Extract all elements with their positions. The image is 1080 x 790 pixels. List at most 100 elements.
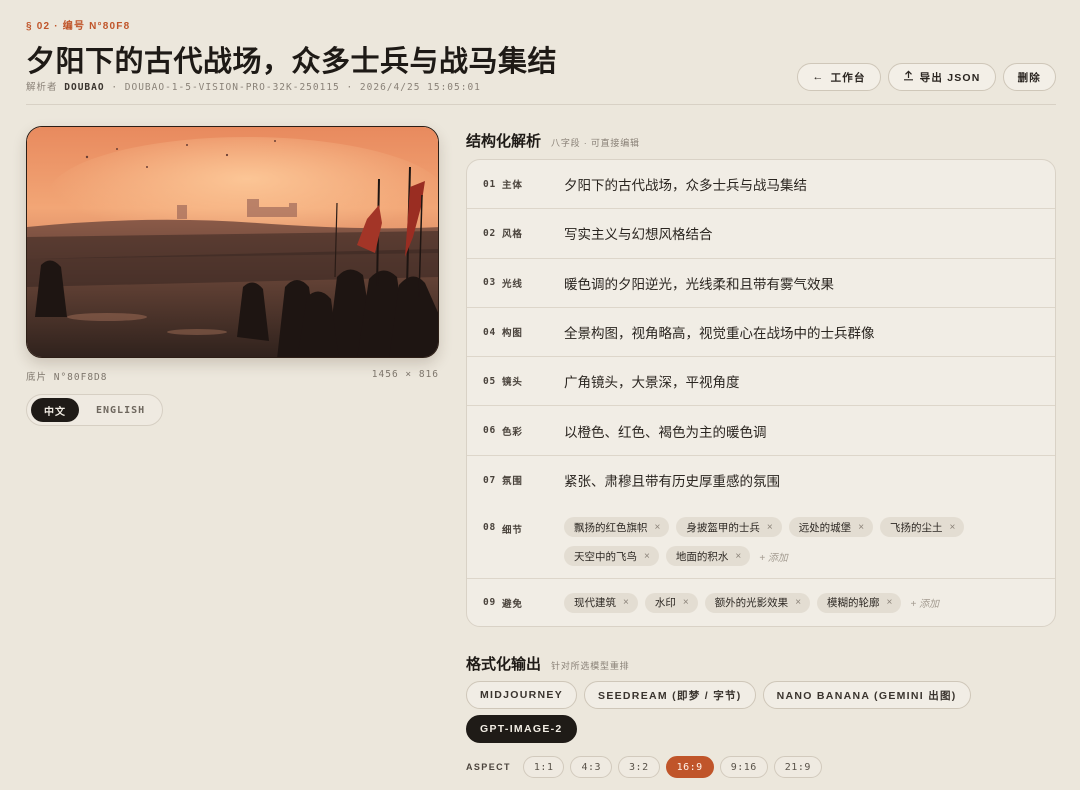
field-number: 05 (483, 375, 497, 387)
add-tag-button[interactable]: + 添加 (757, 549, 788, 564)
tag-chip: 天空中的飞鸟 × (564, 546, 659, 567)
field-number: 07 (483, 474, 497, 486)
remove-tag-icon[interactable]: × (735, 551, 741, 562)
source-image (26, 126, 439, 358)
field-label: 04 构图 (467, 308, 564, 356)
lang-en-option[interactable]: ENGLISH (83, 398, 158, 422)
tag-chip-label: 天空中的飞鸟 (574, 550, 637, 563)
header-divider (26, 104, 1056, 105)
field-value[interactable]: 紧张、肃穆且带有历史厚重感的氛围 (564, 456, 1055, 505)
field-number: 01 (483, 178, 497, 190)
section-eyebrow: § 02 · 编号 N°80F8 (26, 21, 131, 32)
tag-chip-label: 远处的城堡 (798, 521, 852, 534)
tag-chip-label: 水印 (654, 597, 676, 610)
field-value[interactable]: 写实主义与幻想风格结合 (564, 209, 1055, 257)
remove-tag-icon[interactable]: × (767, 522, 773, 533)
tag-chip: 现代建筑 × (564, 592, 638, 613)
field-label: 08 细节 (467, 505, 564, 578)
model-option-button[interactable]: MIDJOURNEY (466, 681, 578, 709)
field-name: 避免 (502, 598, 523, 610)
remove-tag-icon[interactable]: × (683, 597, 689, 608)
field-name: 色彩 (502, 426, 523, 438)
lang-zh-option[interactable]: 中文 (31, 398, 79, 422)
field-row-05: 05 镜头 广角镜头，大景深，平视角度 (467, 357, 1055, 407)
tag-chip-label: 额外的光影效果 (714, 597, 789, 610)
tag-chip: 模糊的轮廓 × (817, 592, 902, 613)
field-name: 风格 (502, 229, 523, 241)
workbench-label: 工作台 (830, 71, 866, 84)
upload-icon (903, 70, 914, 84)
export-json-button[interactable]: 导出 JSON (887, 63, 996, 91)
tag-chip: 额外的光影效果 × (704, 592, 811, 613)
model-option-button[interactable]: NANO BANANA (GEMINI 出图) (762, 681, 971, 709)
field-label: 09 避免 (467, 579, 564, 626)
field-number: 02 (483, 227, 497, 239)
tag-chip-label: 现代建筑 (574, 597, 616, 610)
field-label: 02 风格 (467, 209, 564, 257)
structured-title: 结构化解析 (466, 132, 542, 150)
field-name: 主体 (502, 180, 523, 192)
model-option-button[interactable]: GPT-IMAGE-2 (466, 715, 577, 743)
model-option-button[interactable]: SEEDREAM (即梦 / 字节) (584, 681, 756, 709)
photo-dimensions: 1456 × 816 (371, 369, 439, 380)
field-label: 06 色彩 (467, 406, 564, 454)
meta-line: 解析者 DOUBAO · DOUBAO-1-5-VISION-PRO-32K-2… (26, 79, 481, 93)
format-header: 格式化输出 针对所选模型重排 (466, 653, 629, 674)
tag-chip-label: 地面的积水 (675, 550, 729, 563)
photo-caption: 底片 N°80F8D8 1456 × 816 (26, 369, 439, 383)
aspect-option-button[interactable]: 9:16 (719, 756, 768, 778)
field-row-06: 06 色彩 以橙色、红色、褐色为主的暖色调 (467, 406, 1055, 456)
remove-tag-icon[interactable]: × (655, 522, 661, 533)
remove-tag-icon[interactable]: × (887, 597, 893, 608)
field-number: 08 (483, 522, 497, 534)
export-json-label: 导出 JSON (919, 71, 981, 84)
field-value[interactable]: 夕阳下的古代战场，众多士兵与战马集结 (564, 160, 1055, 208)
arrow-left-icon: ← (812, 71, 825, 83)
field-value[interactable]: 全景构图，视角略高，视觉重心在战场中的士兵群像 (564, 308, 1055, 356)
field-value[interactable]: 以橙色、红色、褐色为主的暖色调 (564, 406, 1055, 454)
remove-tag-icon[interactable]: × (795, 597, 801, 608)
tag-chip-label: 身披盔甲的士兵 (686, 521, 760, 534)
photo-id: 底片 N°80F8D8 (26, 372, 108, 383)
structured-header: 结构化解析 八字段 · 可直接编辑 (466, 130, 640, 151)
tag-chip: 飞扬的尘土 × (880, 517, 965, 538)
aspect-option-button[interactable]: 16:9 (665, 756, 714, 778)
structured-subtitle: 八字段 · 可直接编辑 (551, 138, 640, 148)
remove-tag-icon[interactable]: × (623, 597, 629, 608)
field-row-03: 03 光线 暖色调的夕阳逆光，光线柔和且带有雾气效果 (467, 259, 1055, 308)
header-actions: ← 工作台 导出 JSON 删除 (797, 63, 1056, 91)
field-number: 06 (483, 425, 497, 437)
field-name: 细节 (502, 525, 523, 537)
field-name: 氛围 (502, 476, 523, 488)
tag-chip: 飘扬的红色旗帜 × (564, 517, 670, 538)
field-row-avoid: 09 避免 现代建筑 × 水印 × 额外的光影效果 × 模糊的轮廓 × + 添加 (467, 579, 1055, 626)
add-tag-button[interactable]: + 添加 (908, 595, 939, 610)
field-value[interactable]: 广角镜头，大景深，平视角度 (564, 357, 1055, 405)
tag-chip: 身披盔甲的士兵 × (676, 517, 782, 538)
tag-chip-label: 飘扬的红色旗帜 (574, 521, 648, 534)
field-row-01: 01 主体 夕阳下的古代战场，众多士兵与战马集结 (467, 160, 1055, 210)
details-chips: 飘扬的红色旗帜 × 身披盔甲的士兵 × 远处的城堡 × 飞扬的尘土 × 天空中的飞鸟 × 地面的积水… (564, 505, 1055, 578)
workbench-button[interactable]: ← 工作台 (797, 63, 881, 91)
field-name: 光线 (502, 278, 523, 290)
delete-button[interactable]: 删除 (1002, 63, 1056, 91)
tag-chip-label: 模糊的轮廓 (827, 597, 880, 610)
format-subtitle: 针对所选模型重排 (551, 661, 630, 671)
aspect-option-button[interactable]: 4:3 (570, 756, 613, 778)
field-row-07: 07 氛围 紧张、肃穆且带有历史厚重感的氛围 (467, 456, 1055, 505)
field-value[interactable]: 暖色调的夕阳逆光，光线柔和且带有雾气效果 (564, 259, 1055, 307)
remove-tag-icon[interactable]: × (950, 522, 956, 533)
remove-tag-icon[interactable]: × (858, 522, 864, 533)
remove-tag-icon[interactable]: × (644, 551, 650, 562)
aspect-option-button[interactable]: 21:9 (773, 756, 822, 778)
avoid-chips: 现代建筑 × 水印 × 额外的光影效果 × 模糊的轮廓 × + 添加 (564, 579, 1055, 626)
tag-chip: 地面的积水 × (665, 546, 751, 567)
aspect-selector: ASPECT 1:1 4:3 3:2 16:9 9:16 21:9 (466, 756, 822, 778)
aspect-option-button[interactable]: 3:2 (618, 756, 660, 778)
tag-chip: 远处的城堡 × (788, 517, 874, 538)
format-title: 格式化输出 (466, 655, 542, 673)
field-name: 构图 (502, 328, 523, 340)
field-label: 07 氛围 (467, 456, 564, 505)
model-options-row: GPT-IMAGE-2 (466, 715, 577, 743)
aspect-option-button[interactable]: 1:1 (522, 756, 565, 778)
